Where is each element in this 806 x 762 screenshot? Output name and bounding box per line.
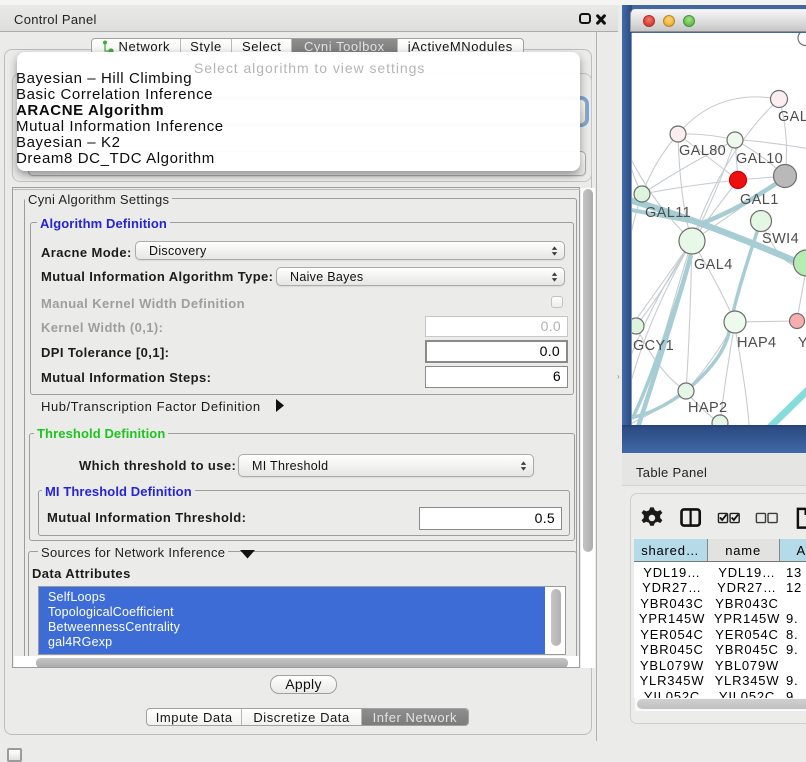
svg-text:GAL80: GAL80: [679, 143, 726, 159]
svg-text:GAL2: GAL2: [778, 109, 806, 125]
svg-text:GAL4: GAL4: [694, 257, 733, 273]
svg-text:GCY1: GCY1: [633, 338, 674, 354]
svg-text:SWI4: SWI4: [762, 231, 799, 247]
svg-text:HAP4: HAP4: [737, 335, 776, 351]
svg-text:GAL1: GAL1: [740, 192, 779, 208]
svg-text:Y: Y: [798, 335, 806, 351]
svg-text:HAP2: HAP2: [688, 400, 727, 416]
svg-text:GAL11: GAL11: [645, 205, 691, 221]
svg-text:GAL10: GAL10: [736, 151, 783, 167]
